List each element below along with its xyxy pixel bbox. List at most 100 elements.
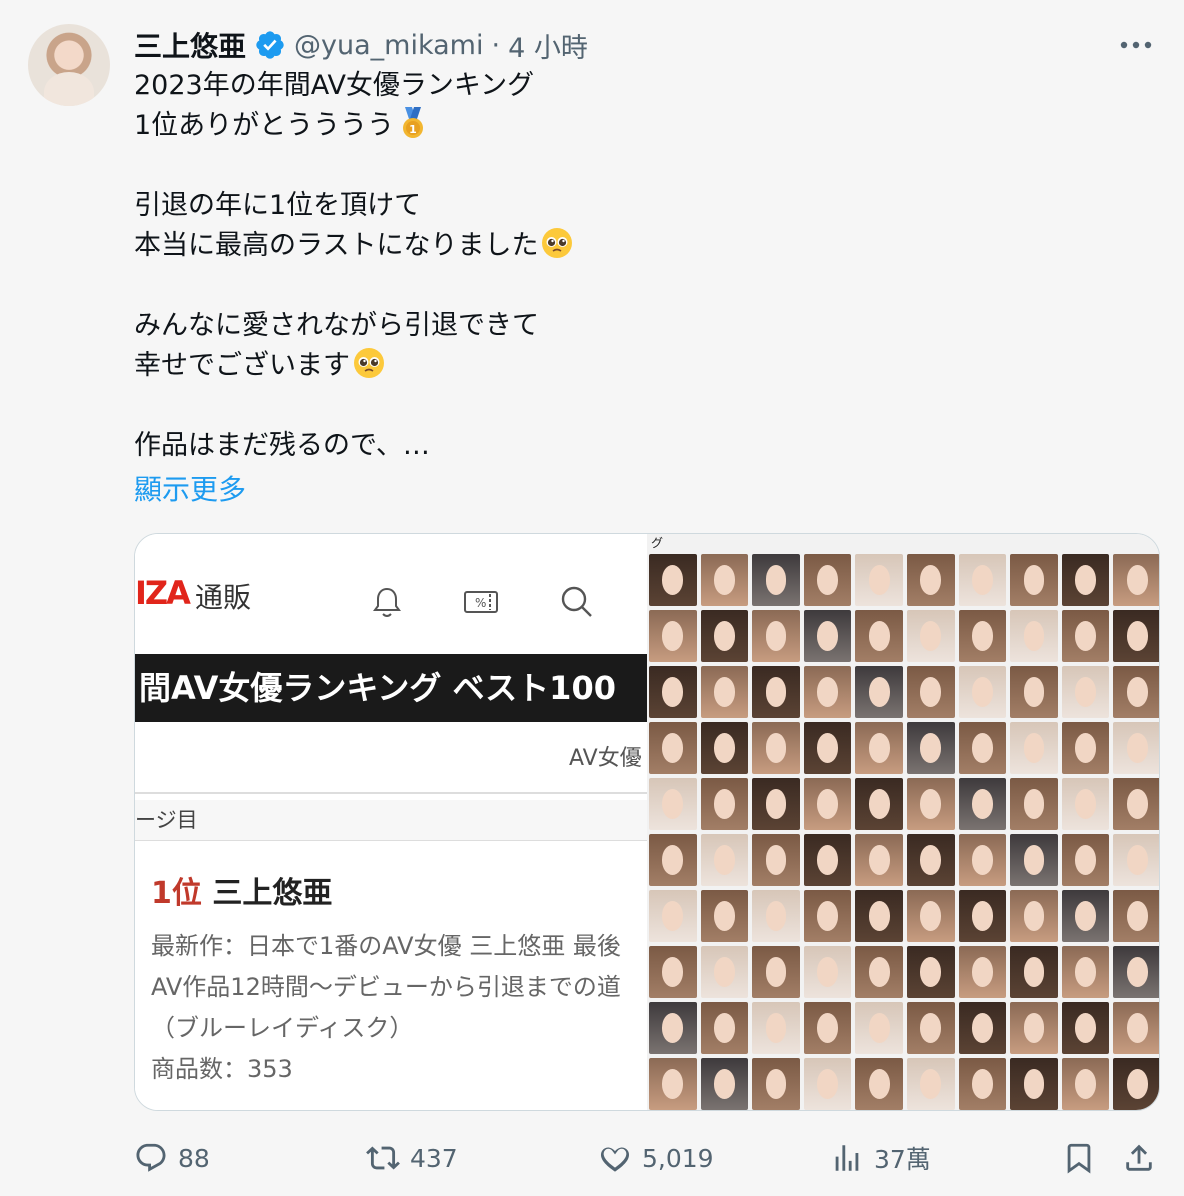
face-thumbnail (649, 1058, 697, 1110)
reply-button[interactable]: 88 (134, 1136, 210, 1180)
face-thumbnail (1010, 610, 1058, 662)
rank-title: 1位 三上悠亜 (151, 868, 332, 912)
face-thumbnail (958, 1058, 1007, 1110)
timestamp[interactable]: 4 小時 (508, 26, 588, 65)
face-thumbnail (1113, 834, 1159, 886)
medal-emoji: 1 (403, 107, 424, 138)
share-icon (1126, 1144, 1152, 1171)
av-label: AV女優 (569, 746, 642, 771)
tweet-line (134, 146, 1034, 186)
divider (135, 840, 647, 841)
face-thumbnail (649, 946, 697, 998)
face-thumbnail (958, 610, 1007, 662)
face-thumbnail (700, 610, 749, 662)
shop-label: 通販 (195, 581, 252, 614)
bookmark-button[interactable] (1062, 1136, 1096, 1180)
grid-title: グ (651, 536, 664, 550)
separator: · (491, 29, 501, 61)
handle[interactable]: @yua_mikami (294, 30, 483, 61)
face-thumbnail (855, 666, 903, 718)
tweet-media[interactable]: IZA 通販 % 間AV女優ランキング ベスト100 AV女優 ージ目 1位 三… (134, 533, 1160, 1111)
face-grid (649, 554, 1159, 1110)
more-dots-icon (1120, 41, 1152, 49)
face-thumbnail (803, 554, 852, 606)
face-thumbnail (906, 666, 955, 718)
face-thumbnail (855, 554, 903, 606)
tweet-line: 作品はまだ残るので、… (134, 430, 430, 461)
tweet-line: 本当に最高のラストになりました (134, 226, 1034, 266)
face-thumbnail (855, 722, 903, 774)
face-thumbnail (649, 834, 697, 886)
face-thumbnail (855, 834, 903, 886)
face-thumbnail (958, 666, 1007, 718)
like-button[interactable]: 5,019 (598, 1136, 714, 1180)
face-thumbnail (752, 778, 800, 830)
bell-icon (373, 587, 401, 617)
face-thumbnail (752, 666, 800, 718)
rank-name: 三上悠亜 (212, 876, 333, 911)
face-thumbnail (906, 1002, 955, 1054)
face-thumbnail (958, 554, 1007, 606)
face-thumbnail (906, 1058, 955, 1110)
retweet-icon (366, 1146, 400, 1170)
pleading-face-emoji (542, 228, 573, 258)
face-thumbnail (649, 610, 697, 662)
face-thumbnail (1010, 554, 1058, 606)
face-thumbnail (700, 722, 749, 774)
avatar[interactable] (28, 24, 110, 106)
face-thumbnail (752, 554, 800, 606)
tweet-header: 三上悠亜 @yua_mikami · 4 小時 (134, 24, 588, 66)
face-thumbnail (700, 946, 749, 998)
face-thumbnail (906, 946, 955, 998)
face-thumbnail (855, 1002, 903, 1054)
page-label: ージ目 (135, 800, 647, 840)
face-thumbnail (855, 946, 903, 998)
face-thumbnail (752, 722, 800, 774)
face-thumbnail (700, 1058, 749, 1110)
face-thumbnail (803, 1002, 852, 1054)
reply-icon (136, 1143, 166, 1172)
face-thumbnail (1010, 666, 1058, 718)
heart-icon (600, 1147, 630, 1172)
face-thumbnail (906, 554, 955, 606)
tweet-line (134, 266, 1034, 306)
face-thumbnail (906, 890, 955, 942)
face-thumbnail (1113, 666, 1159, 718)
face-thumbnail (803, 610, 852, 662)
face-thumbnail (649, 1002, 697, 1054)
show-more-link[interactable]: 顯示更多 (134, 468, 246, 508)
more-options-button[interactable] (1116, 30, 1156, 60)
svg-text:%: % (475, 596, 486, 610)
shop-logo: IZA (135, 574, 191, 612)
face-thumbnail (1113, 890, 1159, 942)
verified-badge-icon (256, 31, 284, 59)
face-thumbnail (803, 834, 852, 886)
views-button[interactable]: 37萬 (830, 1136, 931, 1180)
face-thumbnail (1061, 610, 1110, 662)
media-image-ranking-page[interactable]: IZA 通販 % 間AV女優ランキング ベスト100 AV女優 ージ目 1位 三… (135, 534, 647, 1110)
retweet-button[interactable]: 437 (366, 1136, 458, 1180)
divider (135, 792, 647, 794)
face-thumbnail (1061, 666, 1110, 718)
tweet-line (134, 386, 1034, 426)
face-thumbnail (1061, 890, 1110, 942)
face-thumbnail (1113, 778, 1159, 830)
media-image-face-grid[interactable]: グ (647, 534, 1159, 1110)
face-thumbnail (649, 554, 697, 606)
face-thumbnail (855, 610, 903, 662)
face-thumbnail (1113, 946, 1159, 998)
share-button[interactable] (1122, 1136, 1156, 1180)
face-thumbnail (1010, 1002, 1058, 1054)
face-thumbnail (803, 946, 852, 998)
face-thumbnail (752, 890, 800, 942)
views-icon (835, 1145, 859, 1171)
display-name[interactable]: 三上悠亜 (134, 25, 246, 65)
face-thumbnail (958, 1002, 1007, 1054)
face-thumbnail (1010, 778, 1058, 830)
rank-desc-line: 最新作：日本で1番のAV女優 三上悠亜 最後 (151, 932, 621, 960)
face-thumbnail (649, 722, 697, 774)
face-thumbnail (906, 834, 955, 886)
face-thumbnail (752, 834, 800, 886)
face-thumbnail (752, 946, 800, 998)
face-thumbnail (1061, 1058, 1110, 1110)
